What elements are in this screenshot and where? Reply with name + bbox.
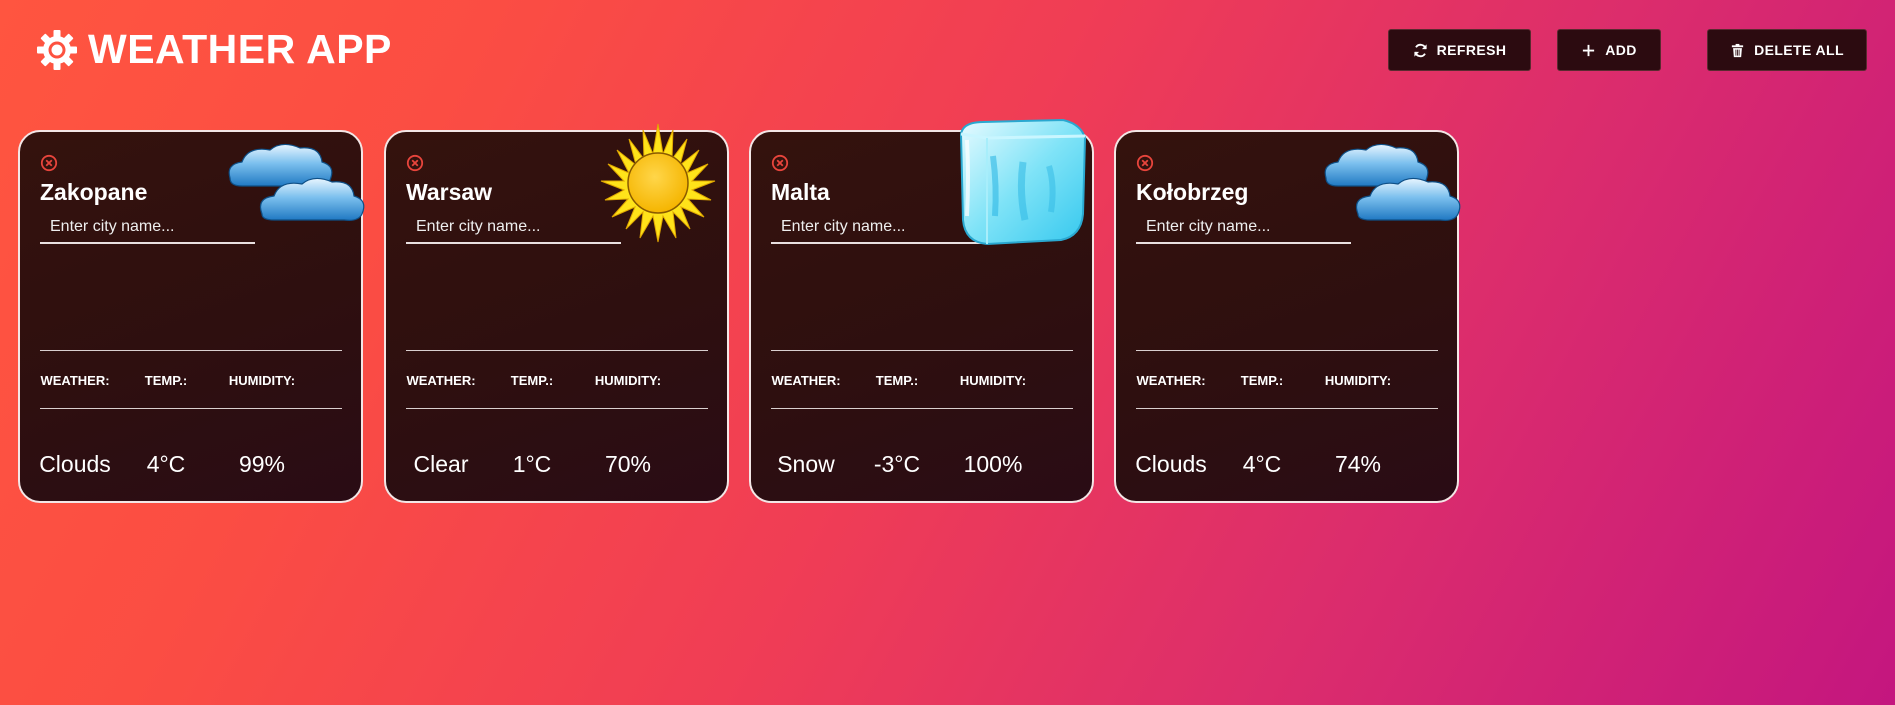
city-search-input[interactable] (406, 212, 621, 244)
divider (406, 408, 708, 409)
gear-icon (37, 29, 77, 70)
humidity-label: HUMIDITY: (228, 373, 296, 388)
sun-icon (600, 123, 716, 243)
divider (1136, 408, 1438, 409)
weather-card: Kołobrzeg WEATHER: TEMP.: HUMIDITY: Clou… (1114, 130, 1461, 503)
divider (771, 350, 1073, 351)
humidity-value: 100% (963, 451, 1023, 477)
humidity-value: 70% (604, 451, 652, 477)
humidity-label: HUMIDITY: (1324, 373, 1392, 388)
divider (771, 408, 1073, 409)
trash-icon (1731, 43, 1744, 57)
remove-card-icon[interactable] (771, 154, 789, 172)
temp-value: -3°C (873, 451, 921, 477)
humidity-value: 74% (1334, 451, 1382, 477)
temp-label: TEMP.: (510, 373, 554, 388)
plus-icon (1583, 44, 1595, 56)
weather-card: Zakopane WEATHER: TEMP.: HUMIDITY: Cloud… (18, 130, 365, 503)
weather-card: Malta WEATHER: TEMP.: HUMIDITY: Snow -3°… (749, 118, 1094, 503)
weather-card: Warsaw WEATHER: TEMP.: HUMIDITY: Clear 1… (384, 123, 729, 503)
divider (40, 350, 342, 351)
clouds-icon (228, 143, 365, 221)
temp-label: TEMP.: (1240, 373, 1284, 388)
remove-card-icon[interactable] (40, 154, 58, 172)
temp-label: TEMP.: (875, 373, 919, 388)
app-logo: WEATHER APP (35, 26, 392, 73)
city-name: Zakopane (40, 179, 148, 205)
remove-card-icon[interactable] (406, 154, 424, 172)
remove-card-icon[interactable] (1136, 154, 1154, 172)
divider (40, 408, 342, 409)
temp-label: TEMP.: (144, 373, 188, 388)
temp-value: 4°C (1242, 451, 1282, 477)
clouds-icon (1324, 143, 1461, 221)
city-name: Malta (771, 179, 830, 205)
humidity-label: HUMIDITY: (594, 373, 662, 388)
delete-all-label: DELETE ALL (1754, 42, 1844, 58)
divider (1136, 350, 1438, 351)
humidity-value: 99% (238, 451, 286, 477)
refresh-button[interactable]: REFRESH (1388, 29, 1531, 71)
add-button[interactable]: ADD (1557, 29, 1661, 71)
app-header: WEATHER APP REFRESH ADD DELETE ALL (0, 0, 1895, 100)
app-title: WEATHER APP (88, 26, 392, 72)
humidity-label: HUMIDITY: (959, 373, 1027, 388)
temp-value: 1°C (512, 451, 552, 477)
city-name: Warsaw (406, 179, 493, 205)
temp-value: 4°C (146, 451, 186, 477)
ice-cube-icon (959, 118, 1087, 246)
add-label: ADD (1605, 42, 1637, 58)
divider (406, 350, 708, 351)
refresh-label: REFRESH (1436, 42, 1507, 58)
delete-all-button[interactable]: DELETE ALL (1707, 29, 1867, 71)
city-name: Kołobrzeg (1136, 179, 1249, 205)
refresh-icon (1414, 43, 1427, 57)
